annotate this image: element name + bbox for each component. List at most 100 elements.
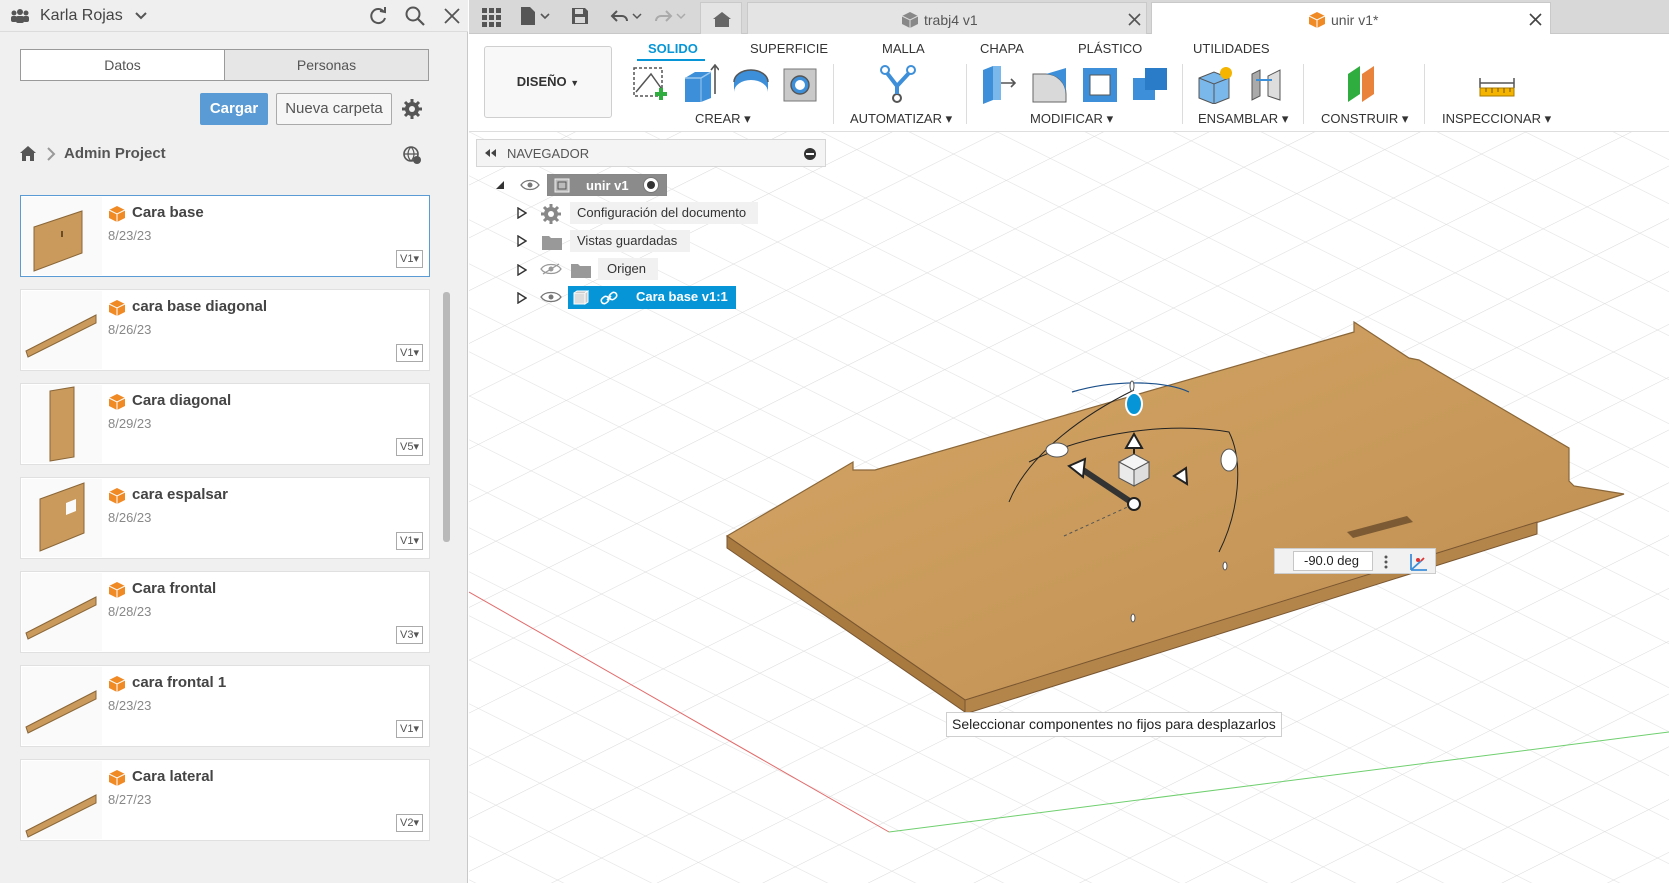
version-selector[interactable]: V1▾ (396, 344, 423, 362)
tree-root-label: unir v1 (586, 178, 629, 193)
combine-icon[interactable] (1130, 64, 1170, 104)
revolve-icon[interactable] (731, 64, 771, 104)
design-cube-icon (108, 488, 126, 504)
file-menu-icon[interactable] (519, 6, 551, 26)
group-automatizar[interactable]: AUTOMATIZAR ▾ (850, 111, 952, 127)
file-date: 8/27/23 (108, 792, 152, 807)
browser-menu-icon[interactable] (803, 147, 817, 161)
globe-settings-icon[interactable] (402, 145, 422, 165)
expand-arrow-icon[interactable] (517, 264, 527, 276)
file-thumbnail (22, 761, 102, 839)
close-tab-icon[interactable] (1128, 13, 1141, 26)
file-card[interactable]: cara espalsar 8/26/23 V1▾ (20, 477, 430, 559)
user-name[interactable]: Karla Rojas (40, 7, 123, 25)
version-selector[interactable]: V5▾ (396, 438, 423, 456)
home-icon[interactable] (19, 145, 37, 162)
expand-arrow-icon[interactable] (517, 235, 527, 247)
automate-icon[interactable] (877, 64, 921, 104)
save-icon[interactable] (570, 6, 590, 26)
group-construir[interactable]: CONSTRUIR ▾ (1321, 111, 1408, 127)
file-card[interactable]: cara base diagonal 8/26/23 V1▾ (20, 289, 430, 371)
file-card[interactable]: Cara diagonal 8/29/23 V5▾ (20, 383, 430, 465)
design-cube-icon (108, 582, 126, 598)
ribbon-toolbar: DISEÑO ▼ SOLIDO SUPERFICIE MALLA CHAPA P… (469, 34, 1669, 132)
group-ensamblar[interactable]: ENSAMBLAR ▾ (1198, 111, 1288, 127)
version-selector[interactable]: V3▾ (396, 626, 423, 644)
hole-icon[interactable] (782, 64, 820, 104)
expand-arrow-icon[interactable] (517, 207, 527, 219)
doc-tab-trabj4[interactable]: trabj4 v1 (747, 2, 1147, 34)
settings-gear-icon (541, 204, 561, 224)
axis-triad-icon[interactable] (1407, 552, 1429, 572)
activate-radio-icon[interactable] (642, 176, 660, 194)
team-icon[interactable] (10, 9, 30, 23)
new-folder-button[interactable]: Nueva carpeta (276, 93, 392, 125)
design-cube-icon (1308, 12, 1326, 28)
version-selector[interactable]: V1▾ (396, 720, 423, 738)
fillet-icon[interactable] (1030, 64, 1070, 104)
browser-panel-header: NAVEGADOR (476, 139, 826, 167)
upload-button[interactable]: Cargar (200, 93, 268, 125)
close-tab-icon[interactable] (1529, 13, 1542, 26)
file-card[interactable]: cara frontal 1 8/23/23 V1▾ (20, 665, 430, 747)
file-card[interactable]: Cara frontal 8/28/23 V3▾ (20, 571, 430, 653)
file-name: Cara diagonal (132, 392, 232, 409)
offset-plane-icon[interactable] (1344, 64, 1384, 104)
version-selector[interactable]: V2▾ (396, 814, 423, 832)
doc-tab-unir[interactable]: unir v1* (1151, 2, 1551, 34)
search-icon[interactable] (404, 5, 426, 27)
group-modificar[interactable]: MODIFICAR ▾ (1030, 111, 1113, 127)
document-tab-bar: trabj4 v1 unir v1* (469, 0, 1669, 34)
app-grid-icon[interactable] (481, 7, 501, 27)
data-panel: Karla Rojas Datos Personas Cargar Nueva … (0, 0, 468, 883)
joint-icon[interactable] (1246, 64, 1286, 104)
expand-arrow-icon[interactable] (517, 292, 527, 304)
tree-item-label: Configuración del documento (577, 205, 747, 220)
shell-icon[interactable] (1081, 64, 1121, 104)
extrude-icon[interactable] (681, 64, 719, 104)
file-card[interactable]: Cara base 8/23/23 V1▾ (20, 195, 430, 277)
angle-value-input[interactable]: -90.0 deg (1293, 551, 1373, 571)
tree-item-document-settings[interactable]: Configuración del documento (570, 202, 758, 224)
tab-superficie[interactable]: SUPERFICIE (750, 41, 828, 56)
expand-arrow-icon[interactable] (495, 180, 505, 190)
version-selector[interactable]: V1▾ (396, 532, 423, 550)
file-card[interactable]: Cara lateral 8/27/23 V2▾ (20, 759, 430, 841)
redo-icon[interactable] (654, 6, 688, 26)
tree-item-cara-base[interactable]: Cara base v1:1 (568, 286, 736, 309)
data-panel-tabs: Datos Personas (20, 49, 429, 81)
angle-input-panel: -90.0 deg (1274, 548, 1436, 574)
tab-solido[interactable]: SOLIDO (648, 41, 698, 56)
collapse-panel-icon[interactable] (483, 148, 497, 158)
measure-icon[interactable] (1478, 64, 1518, 104)
close-panel-icon[interactable] (443, 7, 461, 25)
create-sketch-icon[interactable] (631, 64, 669, 104)
tab-utilidades[interactable]: UTILIDADES (1193, 41, 1270, 56)
tab-chapa[interactable]: CHAPA (980, 41, 1024, 56)
visibility-eye-icon[interactable] (520, 179, 540, 191)
press-pull-icon[interactable] (979, 64, 1019, 104)
file-list-scrollbar[interactable] (443, 292, 450, 542)
tree-item-origin[interactable]: Origen (598, 258, 658, 280)
tab-malla[interactable]: MALLA (882, 41, 925, 56)
hidden-eye-icon[interactable] (540, 262, 562, 276)
breadcrumb[interactable]: Admin Project (64, 145, 166, 162)
chevron-down-icon[interactable] (134, 10, 148, 22)
more-options-icon[interactable] (1383, 554, 1389, 570)
tab-plastico[interactable]: PLÁSTICO (1078, 41, 1142, 56)
refresh-icon[interactable] (367, 5, 389, 27)
workspace-switcher[interactable]: DISEÑO ▼ (484, 46, 612, 118)
visibility-eye-icon[interactable] (540, 290, 562, 304)
group-crear[interactable]: CREAR ▾ (695, 111, 751, 127)
tab-datos[interactable]: Datos (21, 50, 225, 80)
component-icon (901, 12, 919, 28)
home-tab[interactable] (700, 2, 742, 34)
settings-gear-icon[interactable] (401, 98, 423, 120)
tab-personas[interactable]: Personas (225, 50, 428, 80)
version-selector[interactable]: V1▾ (396, 250, 423, 268)
new-component-icon[interactable] (1196, 64, 1236, 104)
group-inspeccionar[interactable]: INSPECCIONAR ▾ (1442, 111, 1551, 127)
design-cube-icon (108, 770, 126, 786)
tree-item-saved-views[interactable]: Vistas guardadas (570, 230, 690, 252)
undo-icon[interactable] (610, 6, 644, 26)
